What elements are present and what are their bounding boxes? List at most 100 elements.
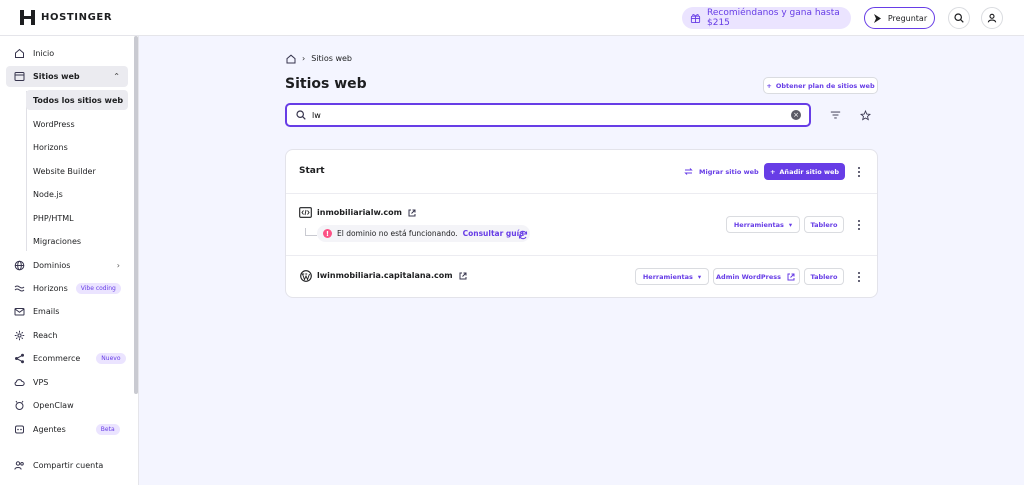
nuevo-badge: Nuevo (96, 353, 126, 364)
filter-button[interactable] (828, 108, 842, 122)
migrate-website-link[interactable]: Migrar sitio web (683, 166, 759, 177)
subitem-horizons[interactable]: Horizons (26, 137, 128, 157)
filter-icon (830, 110, 841, 121)
tools-dropdown[interactable]: Herramientas ▾ (726, 216, 800, 233)
home-icon (14, 48, 25, 59)
agent-icon (14, 424, 25, 435)
horizons-icon (14, 283, 25, 294)
sidebar-item-label: Horizons (33, 284, 68, 293)
sidebar-item-label: Ecommerce (33, 354, 81, 363)
search-icon (295, 110, 306, 121)
sparkle-icon (872, 13, 883, 24)
chevron-up-icon: ⌃ (113, 72, 120, 81)
plus-icon: + (769, 167, 776, 176)
users-icon (14, 460, 25, 471)
sidebar-item-openclaw[interactable]: OpenClaw (6, 395, 128, 416)
ask-button[interactable]: Preguntar (864, 7, 935, 29)
search-button[interactable] (948, 7, 970, 29)
share-icon (14, 353, 25, 364)
window-icon (14, 71, 25, 82)
sidebar-item-emails[interactable]: Emails (6, 301, 128, 322)
sidebar-item-agentes[interactable]: Agentes Beta (6, 419, 128, 440)
claw-icon (14, 400, 25, 411)
subitem-nodejs[interactable]: Node.js (26, 184, 128, 204)
sidebar-item-dominios[interactable]: Dominios › (6, 255, 128, 276)
sidebar-item-label: Compartir cuenta (33, 461, 104, 470)
sidebar-item-label: Emails (33, 307, 60, 316)
wordpress-admin-button[interactable]: Admin WordPress (713, 268, 800, 285)
favorites-button[interactable] (858, 108, 872, 122)
top-bar: HOSTINGER Recomiéndanos y gana hasta $21… (0, 0, 1024, 36)
promo-label: Recomiéndanos y gana hasta $215 (707, 8, 840, 28)
home-icon[interactable] (285, 53, 296, 64)
external-link-icon (786, 271, 797, 282)
tools-dropdown[interactable]: Herramientas ▾ (635, 268, 709, 285)
website-row: lwinmobiliaria.capitalana.com Herramient… (286, 256, 877, 299)
dashboard-button[interactable]: Tablero (804, 268, 844, 285)
wordpress-icon (299, 269, 312, 282)
website-row: inmobiliarialw.com ! El dominio no está … (286, 194, 877, 256)
sidebar-item-horizons[interactable]: Horizons Vibe coding (6, 278, 128, 299)
subitem-website-builder[interactable]: Website Builder (26, 161, 128, 181)
group-more-icon[interactable] (854, 165, 864, 179)
sidebar-item-sitios-web[interactable]: Sitios web ⌃ (6, 66, 128, 87)
sidebar-scrollbar[interactable] (134, 36, 138, 394)
vibe-coding-badge: Vibe coding (75, 283, 121, 294)
sidebar: Inicio Sitios web ⌃ Todos los sitios web… (0, 36, 139, 485)
sidebar-item-vps[interactable]: VPS (6, 372, 128, 393)
subitem-php-html[interactable]: PHP/HTML (26, 208, 128, 228)
site-more-icon[interactable] (854, 218, 864, 232)
sidebar-item-label: Dominios (33, 261, 71, 270)
breadcrumb: › Sitios web (285, 53, 352, 64)
sidebar-item-label: OpenClaw (33, 401, 74, 410)
subitem-migraciones[interactable]: Migraciones (26, 231, 128, 251)
alert-icon: ! (323, 229, 332, 238)
chevron-right-icon: › (302, 54, 306, 63)
subitem-wordpress[interactable]: WordPress (26, 114, 128, 134)
external-link-icon (407, 207, 418, 218)
add-website-button[interactable]: + Añadir sitio web (764, 163, 845, 180)
site-domain[interactable]: inmobiliarialw.com (299, 207, 418, 218)
caret-down-icon: ▾ (697, 272, 702, 281)
star-icon (859, 109, 871, 121)
cloud-icon (14, 377, 25, 388)
brand-name: HOSTINGER (41, 12, 113, 23)
sidebar-item-label: Agentes (33, 425, 66, 434)
dashboard-button[interactable]: Tablero (804, 216, 844, 233)
warning-connector (305, 228, 317, 236)
site-more-icon[interactable] (854, 270, 864, 284)
hostinger-logo[interactable]: HOSTINGER (20, 10, 112, 25)
search-field[interactable]: × (285, 103, 811, 127)
site-domain[interactable]: lwinmobiliaria.capitalana.com (299, 269, 469, 282)
referral-promo-button[interactable]: Recomiéndanos y gana hasta $215 (682, 7, 851, 29)
sidebar-item-label: Reach (33, 331, 58, 340)
sidebar-item-label: Inicio (33, 49, 55, 58)
group-label: Start (299, 166, 325, 176)
sidebar-item-inicio[interactable]: Inicio (6, 43, 128, 64)
clear-search-icon[interactable]: × (791, 110, 801, 120)
page-title: Sitios web (285, 76, 367, 92)
sidebar-item-reach[interactable]: Reach (6, 325, 128, 346)
hostinger-logo-icon (20, 10, 35, 25)
caret-down-icon: ▾ (788, 220, 793, 229)
group-header: Start Migrar sitio web + Añadir sitio we… (286, 150, 877, 194)
external-link-icon (458, 270, 469, 281)
swap-icon (683, 166, 694, 177)
sidebar-item-compartir-cuenta[interactable]: Compartir cuenta (6, 455, 128, 476)
search-icon (954, 13, 965, 24)
account-button[interactable] (981, 7, 1003, 29)
mail-icon (14, 306, 25, 317)
websites-card: Start Migrar sitio web + Añadir sitio we… (285, 149, 878, 298)
reach-icon (14, 330, 25, 341)
subitem-todos-los-sitios[interactable]: Todos los sitios web (26, 90, 128, 110)
refresh-icon[interactable] (517, 229, 528, 240)
globe-icon (14, 260, 25, 271)
gift-icon (690, 13, 701, 24)
sidebar-item-ecommerce[interactable]: Ecommerce Nuevo (6, 348, 128, 369)
plus-icon: + (766, 81, 772, 90)
code-icon (299, 207, 312, 218)
search-input[interactable] (312, 110, 791, 120)
get-plan-button[interactable]: + Obtener plan de sitios web (763, 77, 878, 94)
consult-guide-link[interactable]: Consultar guía (463, 229, 525, 238)
beta-badge: Beta (95, 424, 120, 435)
